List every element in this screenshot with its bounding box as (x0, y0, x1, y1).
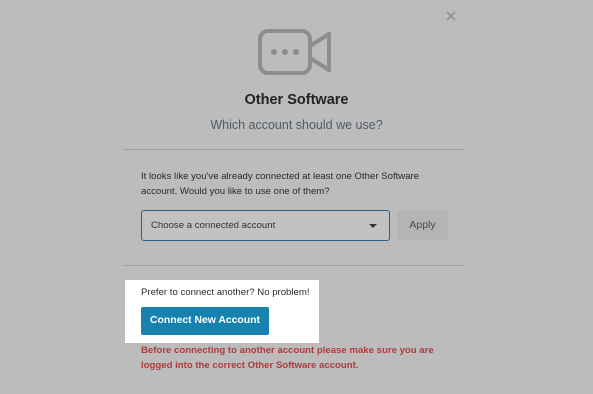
close-button[interactable] (443, 8, 459, 24)
modal-subtitle: Which account should we use? (210, 118, 383, 132)
video-camera-icon (258, 29, 331, 75)
connect-new-account-button[interactable]: Connect New Account (141, 307, 269, 335)
connected-account-select[interactable]: Choose a connected account (141, 210, 390, 241)
divider (123, 149, 465, 150)
modal-title: Other Software (244, 92, 349, 108)
close-icon (446, 11, 456, 21)
apply-button[interactable]: Apply (397, 210, 448, 240)
warning-message: Before connecting to another account ple… (141, 345, 434, 371)
connect-another-prompt: Prefer to connect another? No problem! (141, 287, 310, 298)
existing-accounts-message: It looks like you've already connected a… (141, 171, 420, 197)
divider (123, 265, 465, 266)
chevron-down-icon (369, 224, 377, 228)
select-value: Choose a connected account (151, 220, 276, 231)
